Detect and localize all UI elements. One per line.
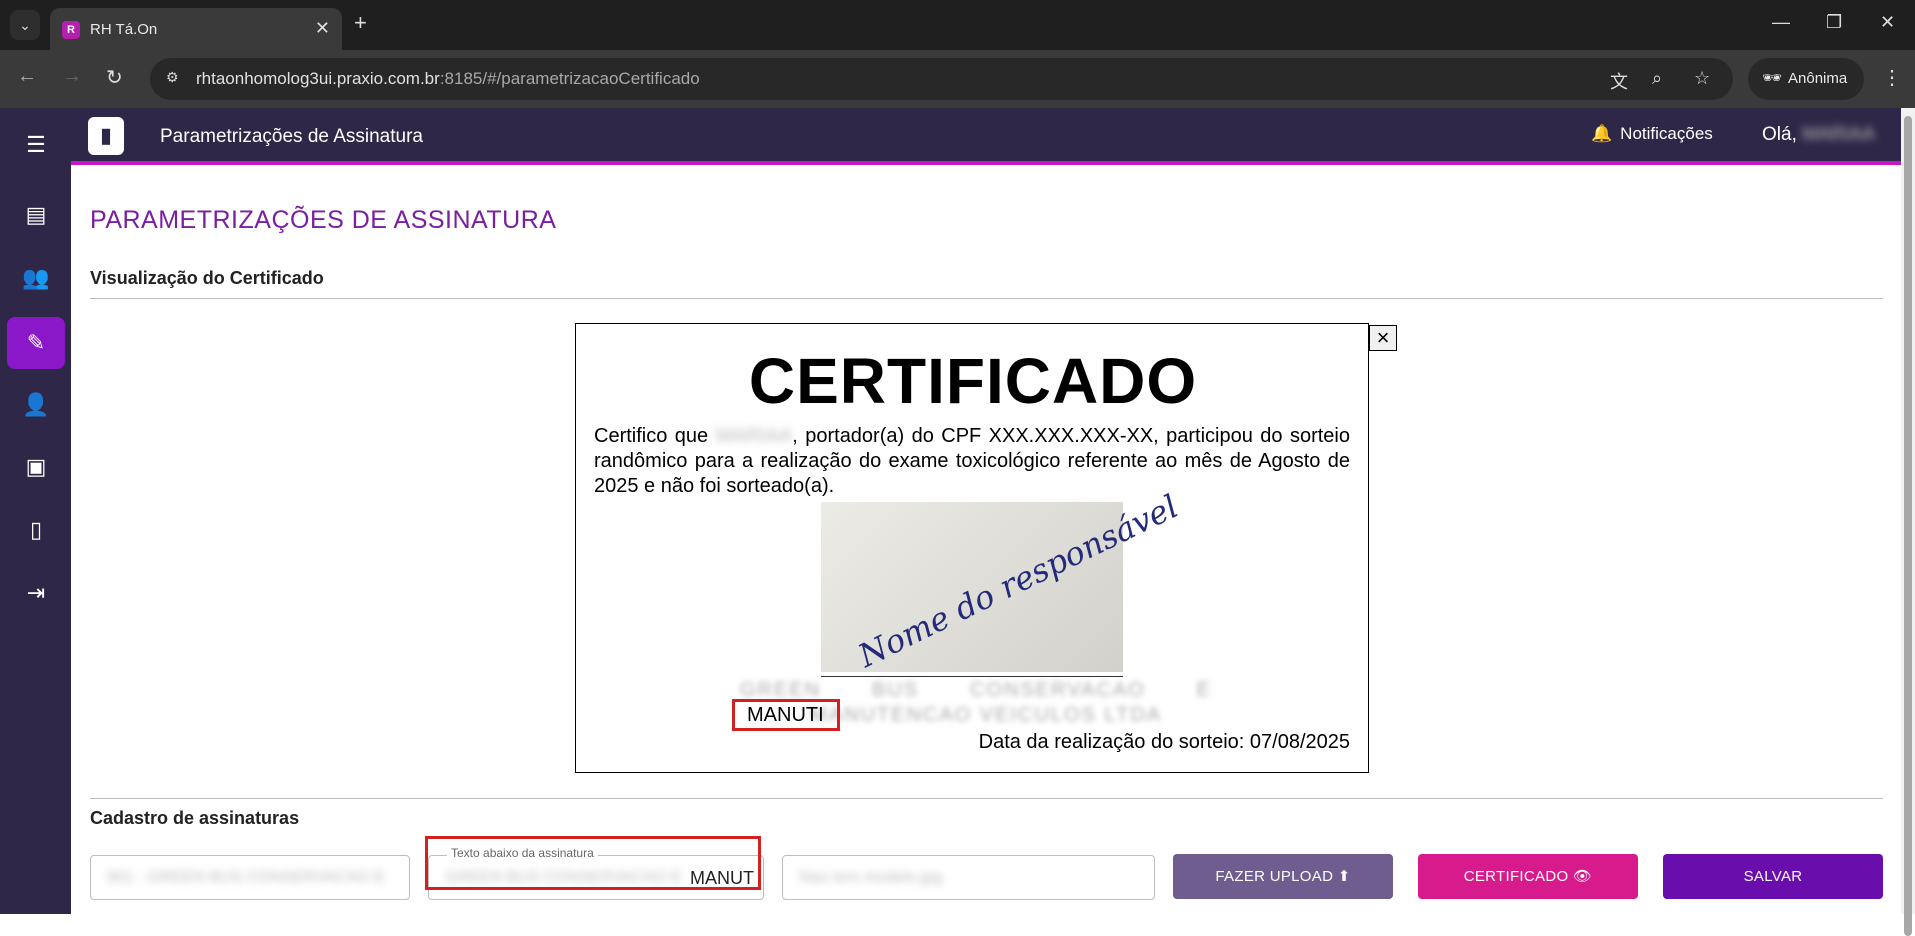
divider (90, 298, 1883, 299)
window-close-icon[interactable]: ✕ (1880, 12, 1895, 33)
back-icon[interactable]: ← (17, 65, 37, 88)
certificate-preview: CERTIFICADO Certifico que MARIAA, portad… (575, 323, 1369, 773)
upload-button[interactable]: FAZER UPLOAD ⬆ (1173, 854, 1393, 899)
browser-toolbar: ← → ↻ ⚙ rhtaonhomolog3ui.praxio.com.br:8… (0, 50, 1915, 108)
tab-list-chevron-icon[interactable]: ⌄ (10, 10, 40, 40)
badge-icon[interactable]: ▣ (7, 441, 65, 493)
person-name: MARIAA (715, 425, 793, 447)
user-name: MARIAA (1802, 124, 1875, 145)
app-logo-icon[interactable]: ▮ (88, 117, 124, 155)
browser-menu-icon[interactable]: ⋮ (1882, 65, 1902, 90)
incognito-profile-button[interactable]: 🕶 Anônima (1748, 58, 1864, 100)
url-text: rhtaonhomolog3ui.praxio.com.br:8185/#/pa… (196, 69, 700, 88)
reload-icon[interactable]: ↻ (106, 65, 123, 90)
scroll-thumb[interactable] (1904, 116, 1912, 936)
tab-close-icon[interactable]: ✕ (315, 18, 330, 39)
incognito-icon: 🕶 (1762, 70, 1783, 87)
zoom-icon[interactable]: ⌕ (1652, 68, 1662, 89)
minimize-icon[interactable]: — (1772, 12, 1790, 33)
certificate-close-button[interactable]: × (1369, 325, 1397, 351)
company-select[interactable]: 901 - GREEN BUS CONSERVACAO E (90, 855, 410, 900)
new-tab-icon[interactable]: + (354, 10, 367, 36)
document-icon[interactable]: ▯ (7, 504, 65, 556)
menu-icon[interactable]: ☰ (7, 119, 65, 171)
address-bar[interactable]: ⚙ rhtaonhomolog3ui.praxio.com.br:8185/#/… (150, 58, 1733, 100)
edit-icon[interactable]: ✎ (7, 317, 65, 369)
chat-icon[interactable]: ▤ (7, 189, 65, 241)
notifications-button[interactable]: 🔔 Notificações (1591, 124, 1713, 144)
certificate-heading: CERTIFICADO (748, 345, 1198, 417)
signature-line (821, 676, 1123, 677)
page-title: PARAMETRIZAÇÕES DE ASSINATURA (90, 206, 557, 234)
app-header: ▮ Parametrizações de Assinatura 🔔 Notific… (71, 108, 1901, 165)
certificate-body: Certifico que MARIAA, portador(a) do CPF… (594, 425, 1350, 497)
user-greeting[interactable]: Olá, MARIAA (1762, 124, 1875, 146)
highlight-text: MANUTI (747, 704, 824, 726)
restore-icon[interactable]: ❐ (1826, 12, 1842, 33)
profile-label: Anônima (1788, 70, 1848, 87)
logout-icon[interactable]: ⇥ (7, 567, 65, 619)
tab-title: RH Tá.On (90, 21, 158, 38)
notifications-label: Notificações (1620, 124, 1713, 143)
bookmark-star-icon[interactable]: ☆ (1694, 68, 1710, 89)
signature-image: Nome do responsável (821, 487, 1184, 675)
browser-tab-bar: ⌄ R RH Tá.On ✕ + — ❐ ✕ (0, 0, 1915, 50)
field-highlight-box (425, 836, 761, 890)
forward-icon[interactable]: → (62, 65, 82, 88)
save-button[interactable]: SALVAR (1663, 854, 1883, 899)
register-section-title: Cadastro de assinaturas (90, 808, 300, 828)
signature-text: Nome do responsável (852, 487, 1185, 675)
divider (90, 798, 1883, 799)
upload-icon: ⬆ (1337, 868, 1351, 885)
header-title: Parametrizações de Assinatura (160, 126, 423, 147)
browser-tab[interactable]: R RH Tá.On ✕ (50, 8, 342, 50)
user-add-icon[interactable]: 👤 (7, 379, 65, 431)
certificate-button[interactable]: CERTIFICADO 👁 (1418, 854, 1638, 899)
page-scrollbar[interactable] (1901, 108, 1915, 936)
favicon-icon: R (62, 21, 80, 39)
draw-date: Data da realização do sorteio: 07/08/202… (978, 731, 1350, 753)
translate-icon[interactable]: 文 (1610, 68, 1628, 94)
eye-icon: 👁 (1572, 868, 1593, 885)
bell-icon: 🔔 (1591, 124, 1613, 143)
site-settings-icon[interactable]: ⚙ (166, 69, 186, 89)
users-icon[interactable]: 👥 (7, 252, 65, 304)
file-name-input[interactable]: Nao tem modelo.jpg (782, 855, 1155, 900)
preview-section-title: Visualização do Certificado (90, 268, 324, 288)
